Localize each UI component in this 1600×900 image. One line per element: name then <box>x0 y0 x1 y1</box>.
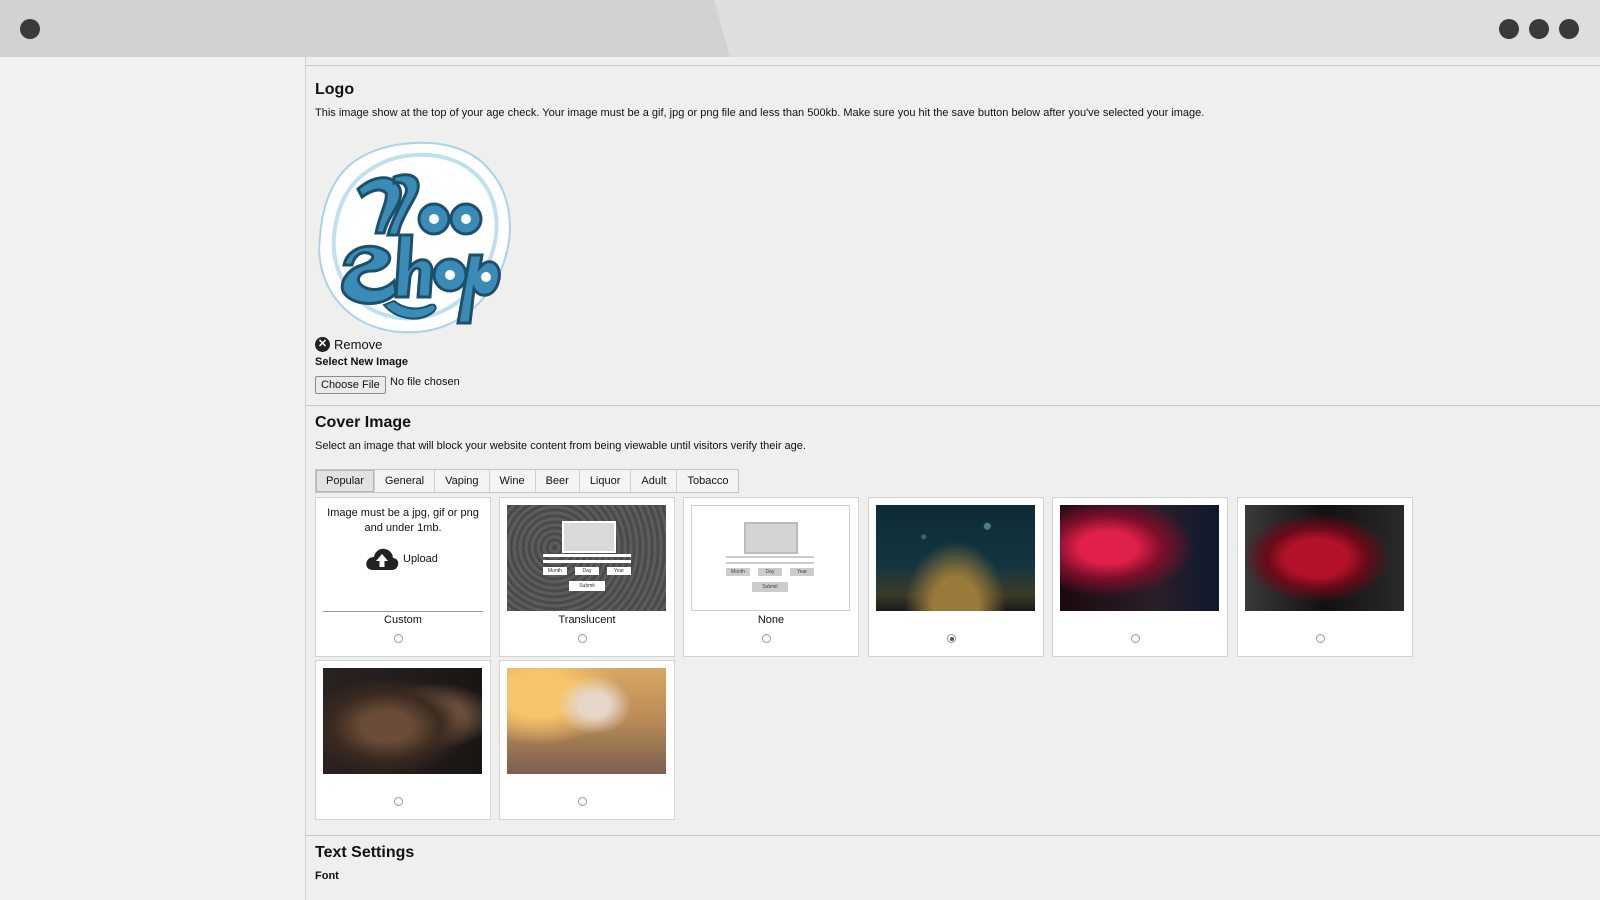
cover-option-radio[interactable] <box>578 634 587 643</box>
cover-option-wine[interactable] <box>1237 497 1413 657</box>
cover-category-tabs: Popular General Vaping Wine Beer Liquor … <box>315 469 740 493</box>
cover-option-red-smoke[interactable] <box>1052 497 1228 657</box>
font-label: Font <box>315 870 339 882</box>
cover-option-name: None <box>757 614 785 626</box>
cloud-upload-icon <box>366 548 399 570</box>
close-circle-icon: ✕ <box>315 337 330 352</box>
tab-tobacco[interactable]: Tobacco <box>677 470 738 492</box>
mock-year-select: Year <box>607 567 631 575</box>
choose-file-button[interactable]: Choose File <box>315 376 386 394</box>
vape-smoke-image <box>1060 505 1219 611</box>
menu-dot-icon[interactable] <box>20 19 40 39</box>
mock-day-select: Day <box>758 568 782 576</box>
logo-image <box>314 137 514 337</box>
adult-couple-image <box>323 668 482 774</box>
mock-month-select: Month <box>726 568 750 576</box>
cover-option-translucent[interactable]: Month Day Year Submit Translucent <box>499 497 675 657</box>
window-dot-icon[interactable] <box>1499 19 1519 39</box>
cover-option-radio[interactable] <box>394 797 403 806</box>
tab-popular[interactable]: Popular <box>316 470 375 492</box>
cover-option-radio[interactable] <box>1131 634 1140 643</box>
bokeh-image <box>876 505 1035 611</box>
upload-hint: Image must be a jpg, gif or png and unde… <box>327 507 479 534</box>
cover-section-title: Cover Image <box>315 414 412 431</box>
cover-section-description: Select an image that will block your web… <box>315 440 806 452</box>
active-tab-shape <box>0 0 730 57</box>
divider <box>323 611 483 612</box>
logo-section-title: Logo <box>315 81 355 98</box>
cover-option-radio[interactable] <box>578 797 587 806</box>
upload-button[interactable]: Upload <box>365 546 438 572</box>
tab-wine[interactable]: Wine <box>490 470 536 492</box>
mock-month-select: Month <box>543 567 567 575</box>
mock-submit-button: Submit <box>752 582 788 592</box>
cover-option-couple[interactable] <box>315 660 491 820</box>
select-new-image-label: Select New Image <box>315 356 408 368</box>
mock-year-select: Year <box>790 568 814 576</box>
none-preview: Month Day Year Submit <box>691 505 850 611</box>
cover-option-bokeh[interactable] <box>868 497 1044 657</box>
cover-option-name: Custom <box>384 614 422 626</box>
main-content: Logo This image show at the top of your … <box>306 57 1600 900</box>
translucent-preview: Month Day Year Submit <box>507 505 666 611</box>
divider <box>306 835 1600 836</box>
tab-adult[interactable]: Adult <box>631 470 678 492</box>
tab-vaping[interactable]: Vaping <box>435 470 490 492</box>
mock-submit-button: Submit <box>569 581 605 591</box>
divider <box>306 65 1600 66</box>
divider <box>306 405 1600 406</box>
cover-option-smoker[interactable] <box>499 660 675 820</box>
upload-label: Upload <box>403 553 438 565</box>
cover-option-custom[interactable]: Image must be a jpg, gif or png and unde… <box>315 497 491 657</box>
cover-option-radio[interactable] <box>762 634 771 643</box>
cover-option-radio[interactable] <box>394 634 403 643</box>
smoker-image <box>507 668 666 774</box>
remove-label: Remove <box>334 337 383 352</box>
window-dot-icon[interactable] <box>1529 19 1549 39</box>
tab-liquor[interactable]: Liquor <box>580 470 632 492</box>
sidebar <box>0 57 306 900</box>
cover-option-radio[interactable] <box>1316 634 1325 643</box>
cover-option-radio[interactable] <box>947 634 956 643</box>
wine-splash-image <box>1245 505 1404 611</box>
remove-logo-button[interactable]: ✕ Remove <box>315 337 382 352</box>
cover-option-none[interactable]: Month Day Year Submit None <box>683 497 859 657</box>
window-dot-icon[interactable] <box>1559 19 1579 39</box>
cover-option-name: Translucent <box>558 614 616 626</box>
tab-beer[interactable]: Beer <box>536 470 580 492</box>
tab-general[interactable]: General <box>375 470 436 492</box>
no-file-status: No file chosen <box>390 376 460 388</box>
top-bar <box>0 0 1600 57</box>
text-settings-title: Text Settings <box>315 844 415 861</box>
mock-day-select: Day <box>575 567 599 575</box>
logo-section-description: This image show at the top of your age c… <box>315 107 1205 119</box>
